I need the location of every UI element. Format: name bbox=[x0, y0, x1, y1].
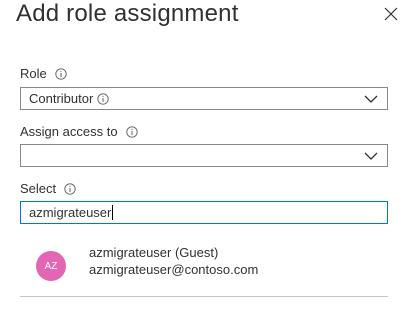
assign-access-dropdown[interactable] bbox=[20, 144, 388, 167]
select-search-input[interactable] bbox=[20, 201, 388, 224]
select-label-row: Select bbox=[20, 181, 76, 196]
result-email: azmigrateuser@contoso.com bbox=[89, 262, 259, 277]
role-value: Contributor bbox=[29, 91, 94, 106]
close-icon[interactable] bbox=[383, 6, 399, 22]
assign-access-label-row: Assign access to bbox=[20, 124, 138, 139]
info-icon[interactable] bbox=[55, 67, 67, 80]
info-icon[interactable] bbox=[125, 125, 138, 138]
dialog-title: Add role assignment bbox=[16, 0, 239, 27]
result-name: azmigrateuser (Guest) bbox=[89, 245, 219, 260]
role-label: Role bbox=[20, 66, 47, 81]
role-dropdown[interactable]: Contributor bbox=[20, 87, 388, 110]
avatar: AZ bbox=[36, 251, 66, 281]
divider bbox=[20, 296, 388, 297]
info-icon[interactable] bbox=[64, 182, 76, 195]
assign-access-label: Assign access to bbox=[20, 124, 118, 139]
chevron-down-icon bbox=[364, 95, 378, 103]
chevron-down-icon bbox=[364, 152, 378, 160]
text-caret bbox=[112, 205, 113, 220]
info-icon[interactable] bbox=[97, 92, 109, 105]
search-result-item[interactable]: AZ azmigrateuser (Guest) azmigrateuser@c… bbox=[20, 236, 388, 292]
select-label: Select bbox=[20, 181, 57, 196]
role-label-row: Role bbox=[20, 66, 67, 81]
